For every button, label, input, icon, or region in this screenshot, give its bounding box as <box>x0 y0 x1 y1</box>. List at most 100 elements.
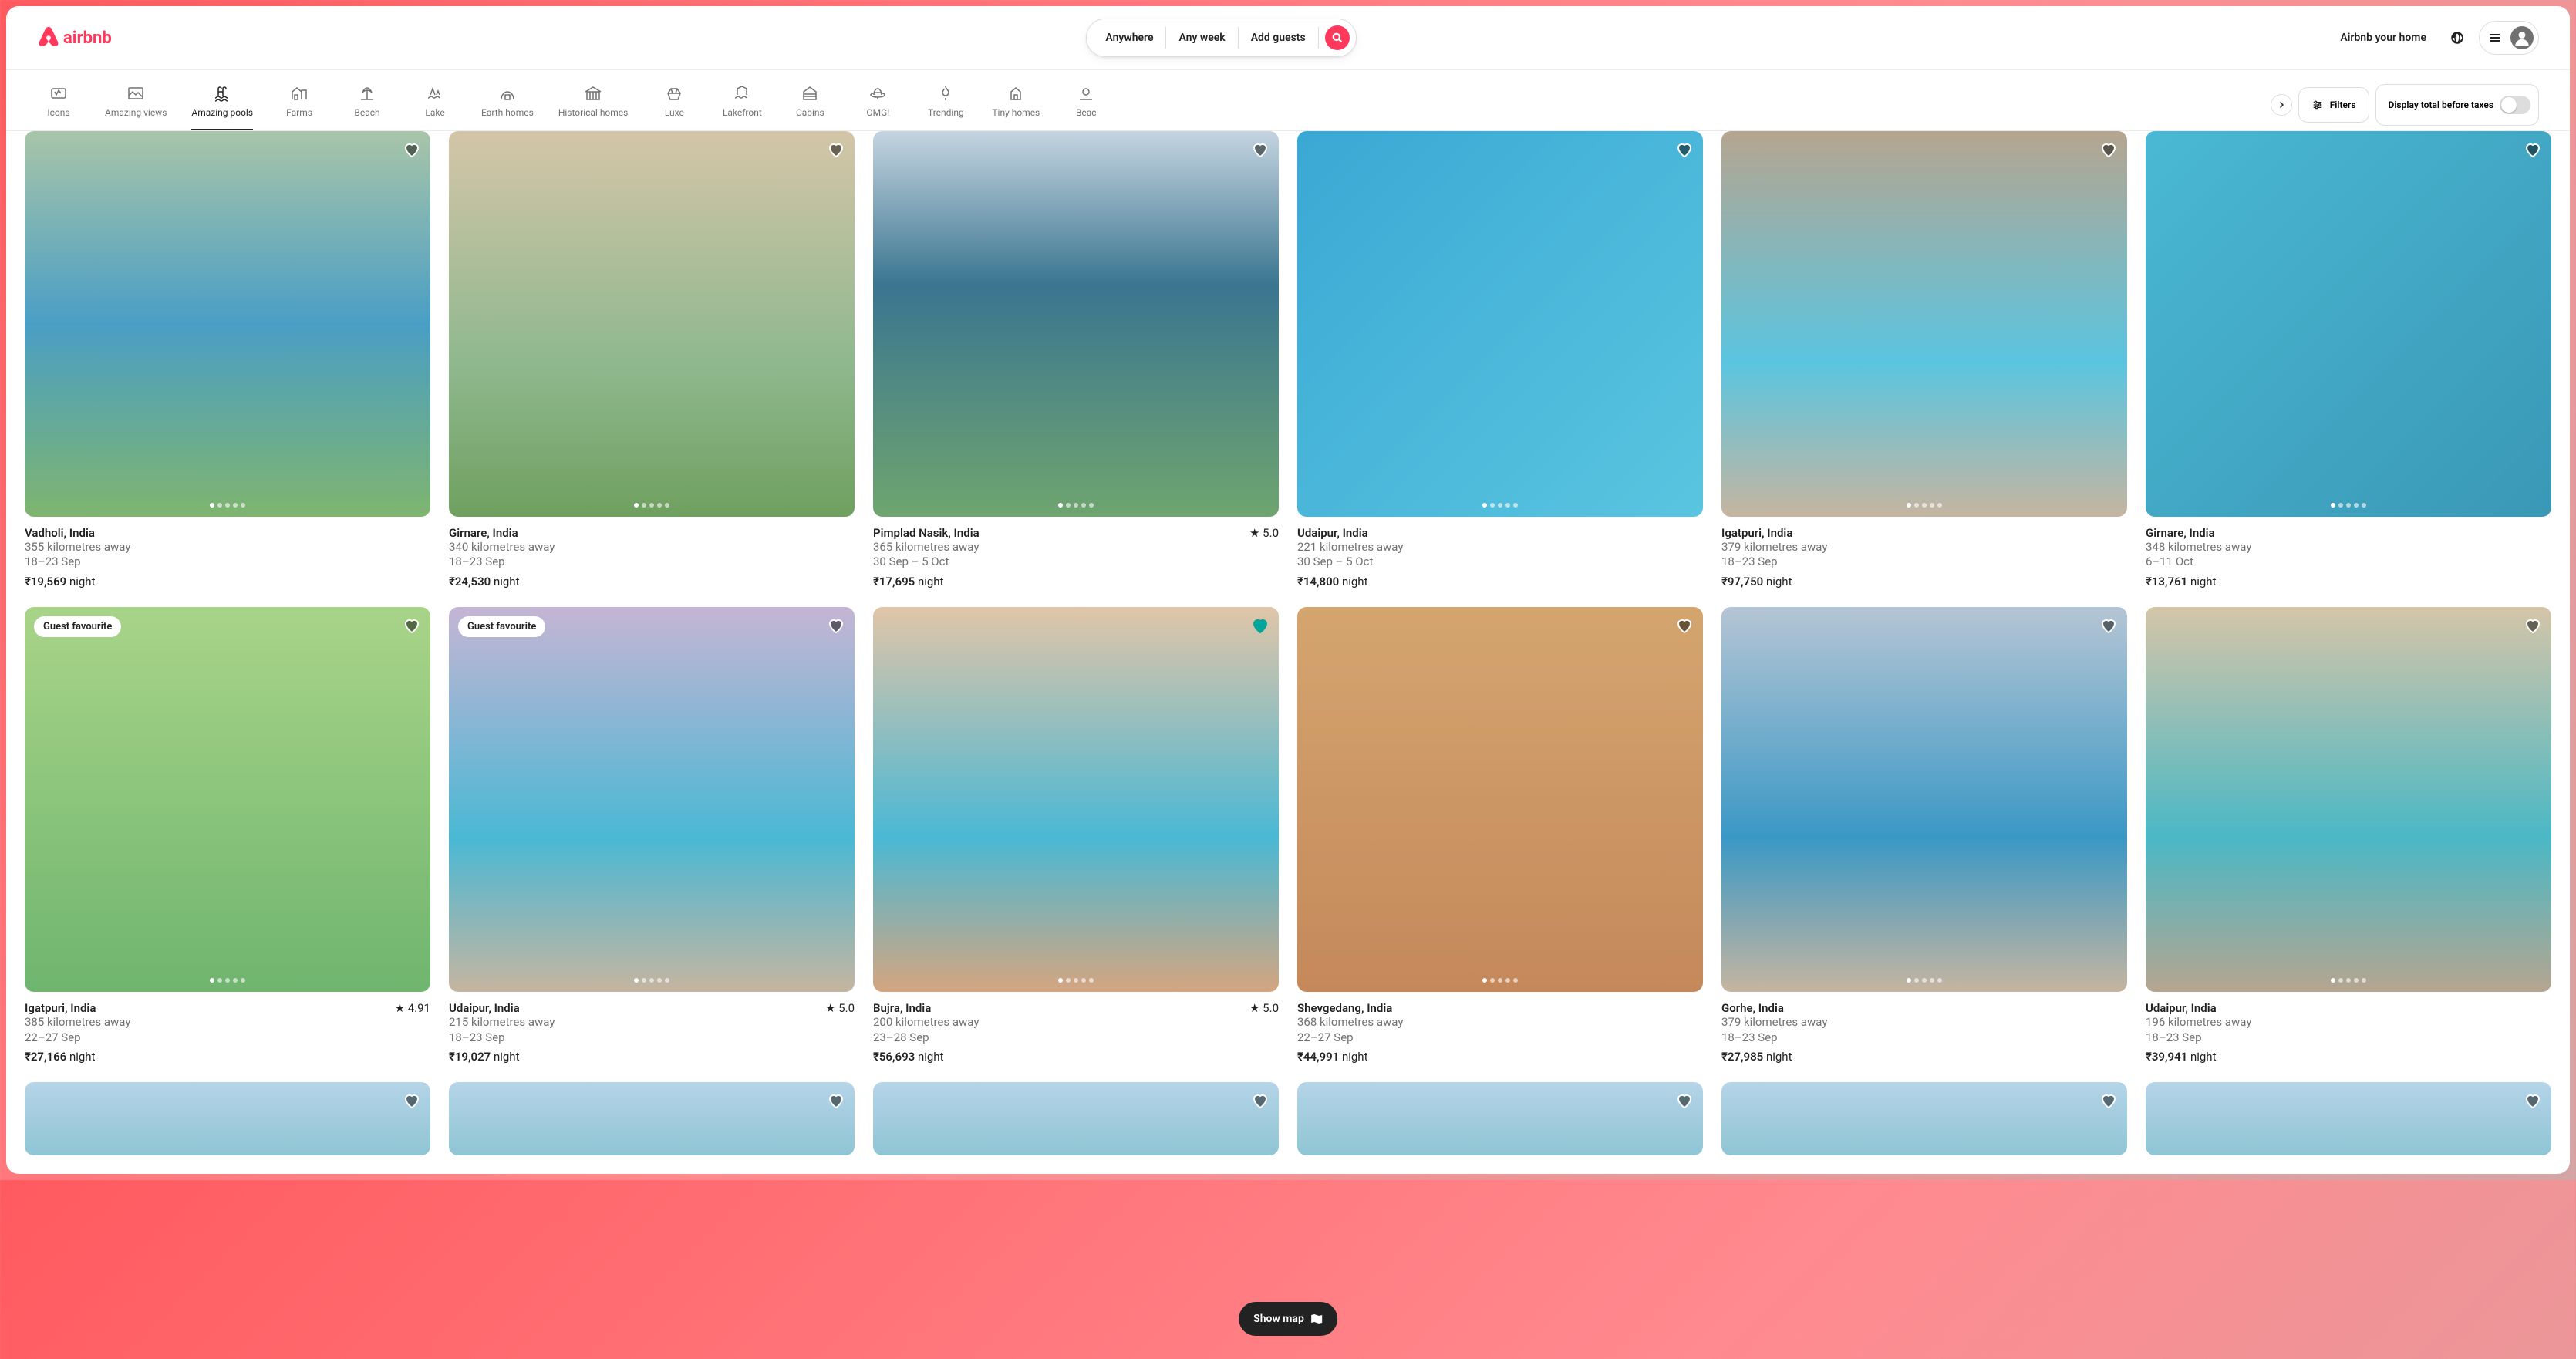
listing-dates: 18–23 Sep <box>1721 555 2127 570</box>
listing-image[interactable] <box>449 1082 855 1155</box>
wishlist-heart[interactable] <box>2524 616 2542 638</box>
listing-card[interactable]: Girnare, India340 kilometres away18–23 S… <box>449 131 855 588</box>
category-tab-historical-homes[interactable]: Historical homes <box>558 79 629 130</box>
header-right: Airbnb your home <box>2331 21 2539 55</box>
listing-card[interactable] <box>1721 1082 2127 1155</box>
wishlist-heart[interactable] <box>827 140 845 162</box>
wishlist-heart[interactable] <box>1675 616 1694 638</box>
heart-icon <box>2099 616 2118 635</box>
category-scroll-right[interactable] <box>2271 94 2292 116</box>
wishlist-heart[interactable] <box>2099 1091 2118 1113</box>
listing-image[interactable] <box>1721 131 2127 517</box>
category-tab-tiny-homes[interactable]: Tiny homes <box>992 79 1040 130</box>
listing-image[interactable] <box>2146 607 2551 993</box>
search-when[interactable]: Any week <box>1166 27 1238 49</box>
category-tab-luxe[interactable]: Luxe <box>652 79 696 130</box>
search-where[interactable]: Anywhere <box>1093 27 1166 49</box>
listing-distance: 365 kilometres away <box>873 540 1279 555</box>
carousel-dots <box>210 978 245 983</box>
listing-image[interactable] <box>1297 607 1703 993</box>
listing-image[interactable] <box>2146 131 2551 517</box>
heart-icon <box>1675 140 1694 159</box>
category-tab-amazing-pools[interactable]: Amazing pools <box>191 79 253 130</box>
search-button[interactable] <box>1325 25 1350 50</box>
listing-rating: ★ 5.0 <box>1249 1001 1279 1015</box>
category-tab-trending[interactable]: Trending <box>924 79 967 130</box>
wishlist-heart[interactable] <box>2524 1091 2542 1113</box>
listing-image[interactable] <box>1297 1082 1703 1155</box>
listing-distance: 215 kilometres away <box>449 1015 855 1030</box>
wishlist-heart[interactable] <box>403 140 421 162</box>
category-tab-farms[interactable]: Farms <box>278 79 321 130</box>
wishlist-heart[interactable] <box>1675 1091 1694 1113</box>
listing-image[interactable] <box>873 1082 1279 1155</box>
wishlist-heart[interactable] <box>827 1091 845 1113</box>
listing-card[interactable]: Vadholi, India355 kilometres away18–23 S… <box>25 131 430 588</box>
wishlist-heart[interactable] <box>1675 140 1694 162</box>
listing-card[interactable]: Igatpuri, India379 kilometres away18–23 … <box>1721 131 2127 588</box>
language-button[interactable] <box>2442 22 2473 53</box>
total-price-toggle[interactable]: Display total before taxes <box>2375 84 2540 126</box>
show-map-button[interactable]: Show map <box>1239 1302 1337 1336</box>
user-menu[interactable] <box>2479 21 2539 55</box>
listing-card[interactable]: Guest favouriteIgatpuri, India★ 4.91385 … <box>25 607 430 1064</box>
wishlist-heart[interactable] <box>2524 140 2542 162</box>
filters-button[interactable]: Filters <box>2298 87 2369 123</box>
airbnb-logo[interactable]: airbnb <box>37 25 112 50</box>
listing-info: Shevgedang, India368 kilometres away22–2… <box>1297 992 1703 1064</box>
listing-card[interactable]: Gorhe, India379 kilometres away18–23 Sep… <box>1721 607 2127 1064</box>
listing-info: Udaipur, India★ 5.0215 kilometres away18… <box>449 992 855 1064</box>
listing-image[interactable]: Guest favourite <box>25 607 430 993</box>
category-label: Tiny homes <box>992 107 1040 118</box>
category-tab-cabins[interactable]: Cabins <box>788 79 831 130</box>
listing-rating: ★ 5.0 <box>825 1001 855 1015</box>
listing-image[interactable] <box>25 131 430 517</box>
wishlist-heart[interactable] <box>1251 1091 1269 1113</box>
category-icon <box>868 84 887 103</box>
listing-card[interactable]: Girnare, India348 kilometres away6–11 Oc… <box>2146 131 2551 588</box>
host-link[interactable]: Airbnb your home <box>2331 22 2436 53</box>
listing-image[interactable] <box>1721 1082 2127 1155</box>
listing-card[interactable] <box>449 1082 855 1155</box>
category-tab-beac[interactable]: Beac <box>1064 79 1108 130</box>
category-tab-lake[interactable]: Lake <box>413 79 457 130</box>
search-icon <box>1332 32 1343 43</box>
listing-card[interactable]: Udaipur, India221 kilometres away30 Sep … <box>1297 131 1703 588</box>
listing-card[interactable]: Pimplad Nasik, India★ 5.0365 kilometres … <box>873 131 1279 588</box>
listing-dates: 22–27 Sep <box>25 1030 430 1046</box>
wishlist-heart[interactable] <box>2099 140 2118 162</box>
listing-image[interactable] <box>873 131 1279 517</box>
search-bar: Anywhere Any week Add guests <box>1086 19 1356 57</box>
wishlist-heart[interactable] <box>403 1091 421 1113</box>
wishlist-heart[interactable] <box>403 616 421 638</box>
listing-image[interactable] <box>1297 131 1703 517</box>
listing-card[interactable]: Bujra, India★ 5.0200 kilometres away23–2… <box>873 607 1279 1064</box>
listing-card[interactable] <box>873 1082 1279 1155</box>
listing-image[interactable] <box>873 607 1279 993</box>
listing-image[interactable] <box>2146 1082 2551 1155</box>
wishlist-heart[interactable] <box>1251 616 1269 638</box>
listing-card[interactable] <box>25 1082 430 1155</box>
category-tab-earth-homes[interactable]: Earth homes <box>481 79 534 130</box>
listing-card[interactable]: Shevgedang, India368 kilometres away22–2… <box>1297 607 1703 1064</box>
category-tab-omg-[interactable]: OMG! <box>856 79 899 130</box>
listing-card[interactable]: Guest favouriteUdaipur, India★ 5.0215 ki… <box>449 607 855 1064</box>
search-who[interactable]: Add guests <box>1239 27 1319 49</box>
listing-card[interactable]: Udaipur, India196 kilometres away18–23 S… <box>2146 607 2551 1064</box>
listing-image[interactable] <box>1721 607 2127 993</box>
listing-price: ₹27,166 night <box>25 1050 430 1064</box>
category-tab-lakefront[interactable]: Lakefront <box>720 79 764 130</box>
wishlist-heart[interactable] <box>1251 140 1269 162</box>
category-tab-beach[interactable]: Beach <box>346 79 389 130</box>
listing-card[interactable] <box>1297 1082 1703 1155</box>
heart-icon <box>2099 140 2118 159</box>
listing-card[interactable] <box>2146 1082 2551 1155</box>
wishlist-heart[interactable] <box>2099 616 2118 638</box>
wishlist-heart[interactable] <box>827 616 845 638</box>
map-icon <box>1310 1313 1323 1325</box>
listing-image[interactable]: Guest favourite <box>449 607 855 993</box>
listing-image[interactable] <box>25 1082 430 1155</box>
listing-image[interactable] <box>449 131 855 517</box>
category-tab-icons[interactable]: Icons <box>37 79 80 130</box>
category-tab-amazing-views[interactable]: Amazing views <box>105 79 167 130</box>
